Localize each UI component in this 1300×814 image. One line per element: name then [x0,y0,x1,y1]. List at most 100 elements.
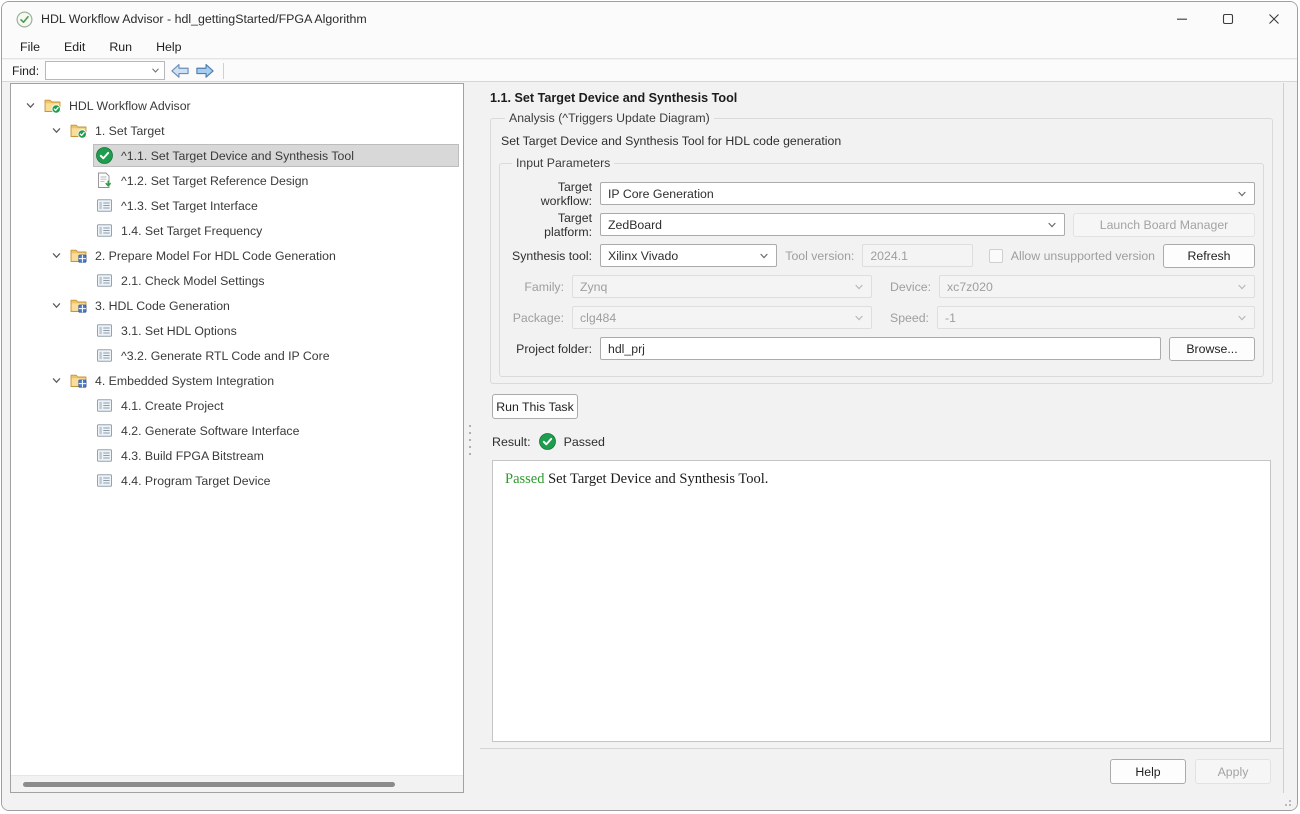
tree-item-body[interactable]: 4.1. Create Project [93,394,459,417]
project-folder-row: Project folder: hdl_prj Browse... [508,337,1255,360]
chevron-down-icon [151,66,160,75]
doc-arrow-icon [96,172,114,189]
tree-expander-icon[interactable] [45,250,67,261]
tree-item[interactable]: ^1.3. Set Target Interface [11,193,463,218]
tree-item-label: 4.4. Program Target Device [121,474,270,488]
project-folder-value: hdl_prj [608,342,645,356]
tree-item-label: ^1.1. Set Target Device and Synthesis To… [121,149,354,163]
tree-item-body[interactable]: ^1.2. Set Target Reference Design [93,169,459,192]
device-select: xc7z020 [939,275,1255,298]
tree-item[interactable]: 2. Prepare Model For HDL Code Generation [11,243,463,268]
folder-check-icon [44,97,62,114]
tree-item-body[interactable]: 1.4. Set Target Frequency [93,219,459,242]
tree-item[interactable]: ^1.1. Set Target Device and Synthesis To… [11,143,463,168]
tree-item-body[interactable]: 4. Embedded System Integration [67,369,459,392]
minimize-button[interactable] [1159,2,1205,36]
app-check-icon [16,11,33,28]
tree-item[interactable]: 3. HDL Code Generation [11,293,463,318]
tree-expander-icon[interactable] [45,300,67,311]
task-icon [96,347,114,364]
scrollbar-thumb[interactable] [23,782,395,787]
tree-item-body[interactable]: 2.1. Check Model Settings [93,269,459,292]
task-icon [96,472,114,489]
tree-item-label: 3.1. Set HDL Options [121,324,237,338]
tree-item[interactable]: ^3.2. Generate RTL Code and IP Core [11,343,463,368]
tree-item-body[interactable]: 3. HDL Code Generation [67,294,459,317]
tree-item-label: 4.3. Build FPGA Bitstream [121,449,264,463]
package-value: clg484 [580,311,854,325]
tree-item-label: 4.1. Create Project [121,399,224,413]
tree-item-body[interactable]: 1. Set Target [67,119,459,142]
tree-item[interactable]: 4.4. Program Target Device [11,468,463,493]
tree-item-body[interactable]: ^3.2. Generate RTL Code and IP Core [93,344,459,367]
find-previous-icon[interactable] [170,63,190,79]
task-output-area: Passed Set Target Device and Synthesis T… [492,460,1271,742]
result-row: Result: Passed [492,433,1271,450]
apply-button[interactable]: Apply [1195,759,1271,784]
tree-item-label: 1. Set Target [95,124,165,138]
tree-item-body[interactable]: ^1.3. Set Target Interface [93,194,459,217]
toolbar-separator [223,63,224,79]
tree-item[interactable]: 1. Set Target [11,118,463,143]
tree-item[interactable]: 4.1. Create Project [11,393,463,418]
folder-grid-icon [70,247,88,264]
tree-item-body[interactable]: 4.4. Program Target Device [93,469,459,492]
tree-item-label: ^1.3. Set Target Interface [121,199,258,213]
tree-item[interactable]: 4. Embedded System Integration [11,368,463,393]
menu-help[interactable]: Help [146,38,191,56]
input-parameters-legend: Input Parameters [512,156,614,170]
target-workflow-label: Target workflow: [508,180,592,208]
analysis-group: Analysis (^Triggers Update Diagram) Set … [490,111,1273,384]
task-description: Set Target Device and Synthesis Tool for… [501,134,1262,148]
tree-item[interactable]: 3.1. Set HDL Options [11,318,463,343]
tree-item[interactable]: ^1.2. Set Target Reference Design [11,168,463,193]
menu-run[interactable]: Run [99,38,142,56]
task-panel: 1.1. Set Target Device and Synthesis Too… [480,83,1284,793]
tool-version-value: 2024.1 [870,249,908,263]
run-row: Run This Task [492,394,1273,419]
tree-item[interactable]: 2.1. Check Model Settings [11,268,463,293]
project-folder-input[interactable]: hdl_prj [600,337,1161,360]
panel-splitter-handle[interactable] [466,425,474,455]
tree-item-body[interactable]: 2. Prepare Model For HDL Code Generation [67,244,459,267]
menu-edit[interactable]: Edit [54,38,95,56]
tree-item[interactable]: 4.3. Build FPGA Bitstream [11,443,463,468]
tree-item-body[interactable]: 3.1. Set HDL Options [93,319,459,342]
main-content: HDL Workflow Advisor 1. Set Target ^1.1. S… [2,83,1297,810]
family-device-row: Family: Zynq Device: xc7z020 [508,275,1255,298]
target-workflow-select[interactable]: IP Core Generation [600,182,1255,205]
run-this-task-button[interactable]: Run This Task [492,394,578,419]
maximize-button[interactable] [1205,2,1251,36]
tree-expander-icon[interactable] [19,100,41,111]
synthesis-tool-select[interactable]: Xilinx Vivado [600,244,777,267]
tree-expander-icon[interactable] [45,125,67,136]
tree-item-body[interactable]: ^1.1. Set Target Device and Synthesis To… [93,144,459,167]
tree-item[interactable]: HDL Workflow Advisor [11,93,463,118]
package-speed-row: Package: clg484 Speed: -1 [508,306,1255,329]
tree-horizontal-scrollbar[interactable] [11,775,463,792]
tree-item-body[interactable]: 4.3. Build FPGA Bitstream [93,444,459,467]
folder-grid-icon [70,297,88,314]
folder-check-icon [70,122,88,139]
task-icon [96,222,114,239]
task-icon [96,197,114,214]
window-resize-grip[interactable] [1281,796,1291,806]
device-label: Device: [890,280,931,294]
close-button[interactable] [1251,2,1297,36]
tree-expander-icon[interactable] [45,375,67,386]
target-platform-select[interactable]: ZedBoard [600,213,1065,236]
synthesis-tool-label: Synthesis tool: [508,249,592,263]
refresh-button[interactable]: Refresh [1163,244,1255,268]
tree-item-body[interactable]: 4.2. Generate Software Interface [93,419,459,442]
find-input[interactable] [45,61,165,80]
tree-item[interactable]: 4.2. Generate Software Interface [11,418,463,443]
menu-bar: File Edit Run Help [2,36,1297,59]
find-next-icon[interactable] [195,63,215,79]
browse-button[interactable]: Browse... [1169,337,1255,361]
allow-unsupported-checkbox[interactable] [989,249,1003,263]
launch-board-manager-button[interactable]: Launch Board Manager [1073,213,1255,237]
help-button[interactable]: Help [1110,759,1186,784]
tree-item[interactable]: 1.4. Set Target Frequency [11,218,463,243]
tree-item-body[interactable]: HDL Workflow Advisor [41,94,459,117]
menu-file[interactable]: File [10,38,50,56]
